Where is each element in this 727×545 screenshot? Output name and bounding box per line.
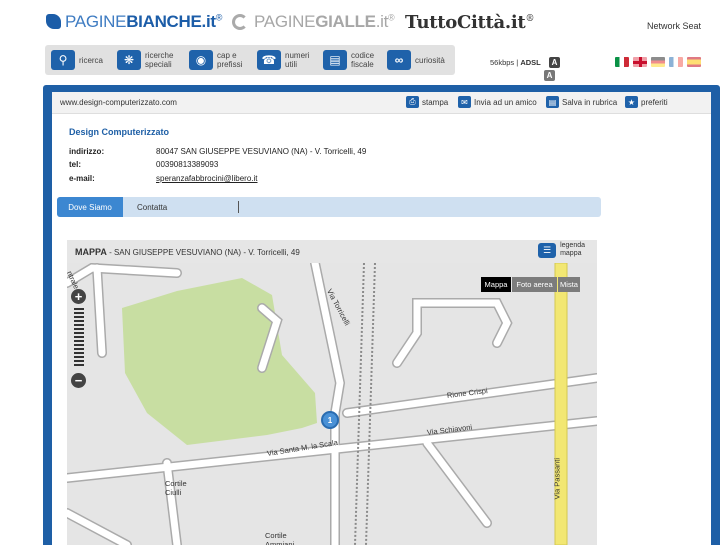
favorites-button[interactable]: ★ preferiti xyxy=(625,96,668,108)
section-tabs: Dove Siamo Contatta xyxy=(57,197,601,217)
nav-cap-prefissi[interactable]: ◉ cap e prefissi xyxy=(189,48,242,72)
paginebianche-logo[interactable]: PAGINEBIANCHE.it® xyxy=(46,12,222,32)
flag-spain-icon[interactable] xyxy=(687,57,701,67)
print-button[interactable]: ⎙ stampa xyxy=(406,96,448,108)
map-view[interactable]: Via Torricelli Rione Crispi Via Schiavon… xyxy=(67,263,597,545)
zoom-out-button[interactable]: − xyxy=(71,373,86,388)
main-nav: ⚲ ricerca ❋ ricerche speciali ◉ cap e pr… xyxy=(45,45,455,75)
map-legend-button[interactable]: ☰ legenda mappa xyxy=(538,242,585,258)
addressbook-icon: ▤ xyxy=(546,96,559,108)
flag-germany-icon[interactable] xyxy=(651,57,665,67)
map-header: MAPPA - SAN GIUSEPPE VESUVIANO (NA) - V.… xyxy=(67,240,597,263)
website-link[interactable]: www.design-computerizzato.com xyxy=(60,98,177,107)
phone-icon: ☎ xyxy=(257,50,281,70)
via-passanti-road xyxy=(554,263,568,545)
list-icon: ☰ xyxy=(538,242,557,258)
street-label-cortile-ciulli: Cortile Ciulli xyxy=(165,479,187,497)
paginegialle-mark-icon xyxy=(232,14,248,30)
print-icon: ⎙ xyxy=(406,96,419,108)
nav-ricerca[interactable]: ⚲ ricerca xyxy=(51,48,103,72)
brand-bar: PAGINEBIANCHE.it® PAGINEGIALLE.it® Tutto… xyxy=(0,0,727,42)
park-area xyxy=(122,278,317,445)
globe-icon: ◉ xyxy=(189,50,213,70)
language-selector xyxy=(615,57,701,67)
font-size-small-button[interactable]: A xyxy=(544,70,555,81)
map-type-mappa-button[interactable]: Mappa xyxy=(481,277,511,292)
railway-right xyxy=(365,263,376,545)
network-link[interactable]: Network Seat xyxy=(647,21,701,31)
street-label-passanti: Via Passanti xyxy=(552,457,562,500)
tel-row: tel: 00390813389093 xyxy=(69,160,219,169)
nav-numeri-utili[interactable]: ☎ numeri utili xyxy=(257,48,309,72)
map-title: MAPPA - SAN GIUSEPPE VESUVIANO (NA) - V.… xyxy=(75,247,300,257)
spiral-icon: ∞ xyxy=(387,50,411,70)
email-link[interactable]: speranzafabbrocini@libero.it xyxy=(156,174,258,183)
paginegialle-logo[interactable]: PAGINEGIALLE.it® xyxy=(232,12,395,32)
nav-codice-fiscale[interactable]: ▤ codice fiscale xyxy=(323,48,374,72)
font-size-large-button[interactable]: A xyxy=(549,57,560,68)
railway-left xyxy=(354,263,365,545)
location-marker[interactable]: 1 xyxy=(321,411,339,429)
tab-dove-siamo[interactable]: Dove Siamo xyxy=(57,197,123,217)
envelope-icon: ✉ xyxy=(458,96,471,108)
flag-italy-icon[interactable] xyxy=(615,57,629,67)
puzzle-icon: ❋ xyxy=(117,50,141,70)
address-row: indirizzo: 80047 SAN GIUSEPPE VESUVIANO (… xyxy=(69,147,367,156)
tab-divider xyxy=(238,201,239,213)
star-icon: ★ xyxy=(625,96,638,108)
connection-speed: 56kbps | ADSL xyxy=(490,58,541,67)
search-icon: ⚲ xyxy=(51,50,75,70)
flag-france-icon[interactable] xyxy=(669,57,683,67)
tuttocitta-logo[interactable]: TuttoCittà.it® xyxy=(405,12,534,33)
map-type-foto-button[interactable]: Foto aerea xyxy=(512,277,557,292)
paginebianche-mark-icon xyxy=(46,14,61,29)
business-name: Design Computerizzato xyxy=(69,127,170,137)
nav-ricerche-speciali[interactable]: ❋ ricerche speciali xyxy=(117,48,173,72)
flag-uk-icon[interactable] xyxy=(633,57,647,67)
zoom-in-button[interactable]: + xyxy=(71,289,86,304)
nav-curiosita[interactable]: ∞ curiosità xyxy=(387,48,445,72)
send-to-friend-button[interactable]: ✉ Invia ad un amico xyxy=(458,96,537,108)
zoom-slider[interactable] xyxy=(74,308,84,368)
map-type-mista-button[interactable]: Mista xyxy=(558,277,580,292)
url-toolbar: www.design-computerizzato.com ⎙ stampa ✉ I… xyxy=(52,92,711,114)
tab-contatta[interactable]: Contatta xyxy=(127,197,177,217)
email-row: e-mail: speranzafabbrocini@libero.it xyxy=(69,174,258,183)
save-to-addressbook-button[interactable]: ▤ Salva in rubrica xyxy=(546,96,617,108)
street-label-cortile-ammiani: Cortile Ammiani xyxy=(265,531,295,545)
card-icon: ▤ xyxy=(323,50,347,70)
